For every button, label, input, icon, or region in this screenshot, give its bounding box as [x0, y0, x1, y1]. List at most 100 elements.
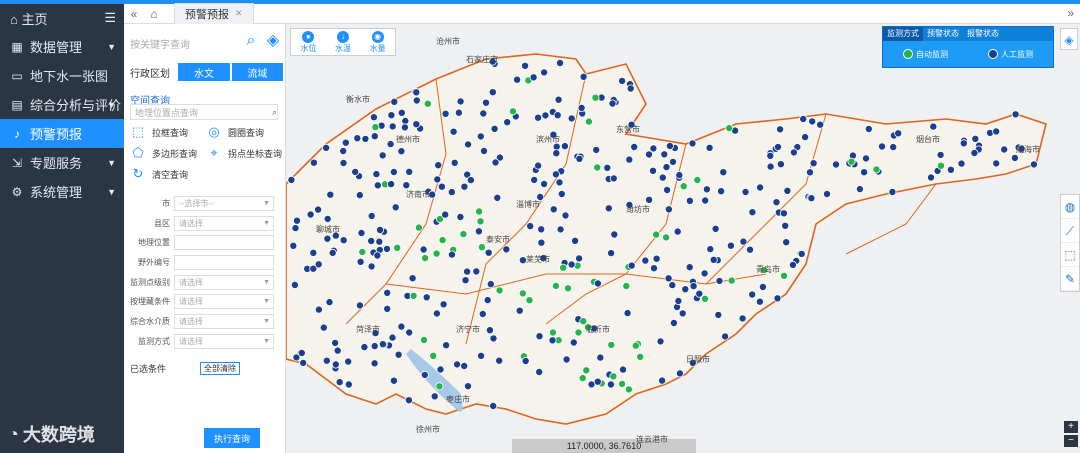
manual-monitor-point[interactable] [479, 147, 488, 156]
manual-monitor-point[interactable] [715, 276, 724, 285]
manual-monitor-point[interactable] [289, 241, 298, 250]
manual-monitor-point[interactable] [714, 310, 723, 319]
manual-monitor-point[interactable] [534, 113, 543, 122]
rect-query-button[interactable]: ⬚ 拉框查询 [130, 124, 188, 140]
clear-all-button[interactable]: 全部清除 [200, 362, 240, 375]
auto-monitor-point[interactable] [618, 379, 627, 388]
eraser-icon[interactable]: ✎ [1061, 267, 1079, 291]
manual-monitor-point[interactable] [474, 227, 483, 236]
manual-monitor-point[interactable] [927, 173, 936, 182]
manual-monitor-point[interactable] [705, 143, 714, 152]
manual-monitor-point[interactable] [689, 282, 698, 291]
tab-basin[interactable]: 流域 [230, 62, 284, 82]
manual-monitor-point[interactable] [502, 245, 511, 254]
manual-monitor-point[interactable] [378, 151, 387, 160]
manual-monitor-point[interactable] [675, 171, 684, 180]
auto-monitor-point[interactable] [727, 276, 736, 285]
manual-monitor-point[interactable] [441, 210, 450, 219]
field-number-field[interactable] [174, 255, 274, 270]
manual-monitor-point[interactable] [575, 254, 584, 263]
manual-monitor-point[interactable] [375, 237, 384, 246]
manual-monitor-point[interactable] [626, 84, 635, 93]
manual-monitor-point[interactable] [341, 138, 350, 147]
manual-monitor-point[interactable] [485, 326, 494, 335]
manual-monitor-point[interactable] [529, 73, 538, 82]
manual-monitor-point[interactable] [596, 353, 605, 362]
manual-monitor-point[interactable] [878, 142, 887, 151]
manual-monitor-point[interactable] [478, 309, 487, 318]
auto-monitor-point[interactable] [574, 328, 583, 337]
manual-monitor-point[interactable] [660, 150, 669, 159]
auto-monitor-point[interactable] [358, 247, 367, 256]
manual-monitor-point[interactable] [649, 264, 658, 273]
manual-monitor-point[interactable] [652, 254, 661, 263]
manual-monitor-point[interactable] [484, 248, 493, 257]
manual-monitor-point[interactable] [447, 250, 456, 259]
manual-monitor-point[interactable] [681, 285, 690, 294]
manual-monitor-point[interactable] [864, 125, 873, 134]
manual-monitor-point[interactable] [748, 208, 757, 217]
auto-monitor-point[interactable] [563, 284, 572, 293]
manual-monitor-point[interactable] [291, 224, 300, 233]
manual-monitor-point[interactable] [556, 225, 565, 234]
layer-water-level[interactable]: ● 水位 [300, 30, 316, 54]
manual-monitor-point[interactable] [479, 109, 488, 118]
manual-monitor-point[interactable] [664, 205, 673, 214]
legend-item-auto[interactable]: 自动监测 [903, 49, 948, 60]
manual-monitor-point[interactable] [992, 159, 1001, 168]
manual-monitor-point[interactable] [486, 280, 495, 289]
tabs-next-button[interactable]: » [1067, 6, 1074, 20]
manual-monitor-point[interactable] [797, 249, 806, 258]
manual-monitor-point[interactable] [314, 205, 323, 214]
manual-monitor-point[interactable] [772, 198, 781, 207]
auto-monitor-point[interactable] [607, 340, 616, 349]
manual-monitor-point[interactable] [412, 120, 421, 129]
manual-monitor-point[interactable] [389, 167, 398, 176]
circle-query-button[interactable]: ◎ 圆圈查询 [206, 124, 264, 140]
auto-monitor-point[interactable] [582, 366, 591, 375]
manual-monitor-point[interactable] [412, 88, 421, 97]
sidebar-item-system[interactable]: ⚙ 系统管理 ▼ [0, 177, 124, 206]
auto-monitor-point[interactable] [578, 374, 587, 383]
manual-monitor-point[interactable] [314, 305, 323, 314]
zoom-out-button[interactable]: − [1064, 435, 1078, 447]
district-label[interactable]: 行政区划 [130, 65, 177, 80]
medium-select[interactable]: 请选择 ▼ [174, 314, 274, 329]
manual-monitor-point[interactable] [290, 280, 299, 289]
manual-monitor-point[interactable] [555, 178, 564, 187]
manual-monitor-point[interactable] [328, 248, 337, 257]
manual-monitor-point[interactable] [669, 318, 678, 327]
auto-monitor-point[interactable] [636, 352, 645, 361]
manual-monitor-point[interactable] [569, 338, 578, 347]
manual-monitor-point[interactable] [678, 309, 687, 318]
manual-monitor-point[interactable] [756, 183, 765, 192]
sidebar-item-warning[interactable]: ♪ 预警预报 [0, 119, 124, 148]
manual-monitor-point[interactable] [383, 288, 392, 297]
manual-monitor-point[interactable] [325, 298, 334, 307]
tab-warning[interactable]: 预警预报 ✕ [174, 2, 254, 25]
manual-monitor-point[interactable] [472, 267, 481, 276]
manual-monitor-point[interactable] [367, 236, 376, 245]
manual-monitor-point[interactable] [490, 124, 499, 133]
manual-monitor-point[interactable] [331, 360, 340, 369]
manual-monitor-point[interactable] [433, 175, 442, 184]
manual-monitor-point[interactable] [367, 211, 376, 220]
auto-monitor-point[interactable] [414, 223, 423, 232]
manual-monitor-point[interactable] [739, 237, 748, 246]
manual-monitor-point[interactable] [466, 176, 475, 185]
manual-monitor-point[interactable] [618, 76, 627, 85]
manual-monitor-point[interactable] [367, 262, 376, 271]
manual-monitor-point[interactable] [297, 348, 306, 357]
manual-monitor-point[interactable] [577, 103, 586, 112]
manual-monitor-point[interactable] [335, 378, 344, 387]
nav-home[interactable]: ⌂ 主页 ☰ [0, 4, 124, 32]
manual-monitor-point[interactable] [641, 256, 650, 265]
manual-monitor-point[interactable] [700, 269, 709, 278]
manual-monitor-point[interactable] [441, 109, 450, 118]
manual-monitor-point[interactable] [855, 185, 864, 194]
manual-monitor-point[interactable] [408, 274, 417, 283]
manual-monitor-point[interactable] [664, 274, 673, 283]
manual-monitor-point[interactable] [404, 396, 413, 405]
auto-monitor-point[interactable] [438, 236, 447, 245]
manual-monitor-point[interactable] [755, 297, 764, 306]
